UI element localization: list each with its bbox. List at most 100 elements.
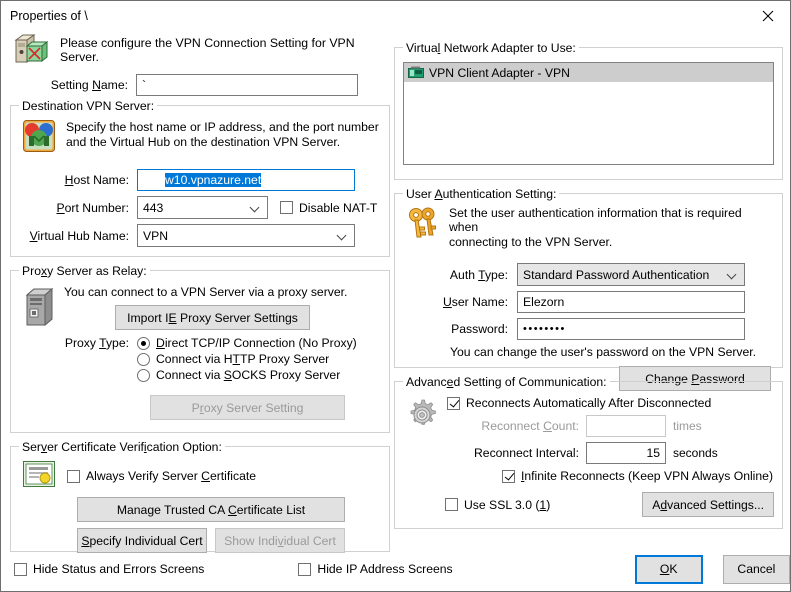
hide-ip-label: Hide IP Address Screens [317,562,453,576]
destination-vpn-server-group: Destination VPN Server: Specify the host [10,99,390,257]
always-verify-checkbox[interactable]: Always Verify Server Certificate [67,465,256,487]
disable-nat-t-box [280,201,293,214]
proxy-type-http-label: Connect via HTTP Proxy Server [156,352,330,366]
host-name-input[interactable]: w10.vpnazure.net [137,169,355,191]
server-certificate-group: Server Certificate Verification Option: … [10,440,390,553]
radio-icon [137,352,150,366]
left-column: Please configure the VPN Connection Sett… [10,31,390,553]
reconnect-count-units: times [673,419,702,433]
infinite-reconnects-checkbox[interactable]: Infinite Reconnects (Keep VPN Always Onl… [502,469,774,483]
server-certificate-legend: Server Certificate Verification Option: [19,440,225,454]
proxy-server-setting-button: Proxy Server Setting [150,395,345,420]
radio-icon [137,368,150,382]
close-button[interactable] [745,1,790,31]
ok-button[interactable]: OK [634,554,703,584]
auth-type-row: Auth Type: Standard Password Authenticat… [403,263,774,286]
proxy-type-label: Proxy Type: [64,336,129,350]
dialog-header: Please configure the VPN Connection Sett… [14,34,390,66]
password-note: You can change the user's password on th… [450,345,757,359]
port-number-combo[interactable]: 443 [137,196,268,219]
virtual-hub-row: Virtual Hub Name: VPN [19,224,381,247]
manage-ca-button[interactable]: Manage Trusted CA Certificate List [77,497,345,522]
host-name-value: w10.vpnazure.net [165,173,262,187]
hide-ip-checkbox[interactable]: Hide IP Address Screens [298,562,453,576]
reconnect-auto-label: Reconnects Automatically After Disconnec… [466,396,712,410]
proxy-server-group: Proxy Server as Relay: You can connect t… [10,264,390,433]
proxy-type-direct-radio[interactable]: Direct TCP/IP Connection (No Proxy) [137,336,357,350]
user-auth-description-line2: connecting to the VPN Server. [449,235,613,249]
reconnect-count-label: Reconnect Count: [481,419,579,433]
port-number-row: Port Number: 443 Disable NAT-T [19,196,381,219]
manage-ca-label: Manage Trusted CA Certificate List [116,502,306,517]
proxy-type-socks-label: Connect via SOCKS Proxy Server [156,368,341,382]
virtual-network-adapter-legend: Virtual Network Adapter to Use: [403,41,579,55]
reconnect-interval-value: 15 [646,446,660,460]
radio-selected-icon [137,336,150,350]
advanced-settings-label: Advanced Settings... [652,497,765,512]
hide-ip-box [298,562,312,576]
proxy-type-http-radio[interactable]: Connect via HTTP Proxy Server [137,352,357,366]
always-verify-box [67,469,80,483]
import-ie-proxy-label: Import IE Proxy Server Settings [127,310,298,325]
virtual-network-adapter-group: Virtual Network Adapter to Use: VPN Clie… [394,41,783,180]
user-authentication-legend: User Authentication Setting: [403,187,560,201]
reconnect-interval-row: Reconnect Interval: 15 seconds [447,442,774,464]
keys-icon [409,207,436,238]
auth-type-label: Auth Type: [449,267,508,282]
proxy-server-setting-label: Proxy Server Setting [191,400,304,415]
cancel-button-label: Cancel [737,562,776,576]
use-ssl3-checkbox[interactable]: Use SSL 3.0 (1) [445,498,550,512]
host-name-row: Host Name: w10.vpnazure.net [19,169,381,191]
user-name-row: User Name: Elezorn [403,291,774,313]
hide-status-box [14,562,27,576]
disable-nat-t-checkbox[interactable]: Disable NAT-T [280,201,377,215]
virtual-hub-combo[interactable]: VPN [137,224,355,247]
user-name-input[interactable]: Elezorn [517,291,745,313]
reconnect-count-row: Reconnect Count: times [447,415,774,437]
proxy-type-socks-radio[interactable]: Connect via SOCKS Proxy Server [137,368,357,382]
password-row: Password: •••••••• [403,318,774,340]
setting-name-input[interactable]: ` [136,74,358,96]
proxy-server-legend: Proxy Server as Relay: [19,264,150,278]
destination-description-line2: and the Virtual Hub on the destination V… [66,135,341,149]
virtual-hub-label: Virtual Hub Name: [29,228,129,243]
chevron-down-icon [338,231,347,240]
user-name-label: User Name: [442,295,508,309]
advanced-communication-legend: Advanced Setting of Communication: [403,375,610,389]
import-ie-proxy-button[interactable]: Import IE Proxy Server Settings [115,305,310,330]
user-authentication-group: User Authentication Setting: Set the use… [394,187,783,391]
port-number-value: 443 [143,200,164,215]
user-name-value: Elezorn [523,295,565,309]
reconnect-auto-checkbox[interactable]: Reconnects Automatically After Disconnec… [447,396,774,410]
list-item[interactable]: VPN Client Adapter - VPN [404,63,773,82]
auth-type-combo[interactable]: Standard Password Authentication [517,263,745,286]
use-ssl3-box [445,498,458,511]
vpn-connection-icon [14,34,48,63]
user-auth-description-line1: Set the user authentication information … [449,206,742,234]
reconnect-interval-input[interactable]: 15 [586,442,666,464]
binoculars-icon [23,120,55,152]
destination-description-line1: Specify the host name or IP address, and… [66,120,379,134]
password-input[interactable]: •••••••• [517,318,745,340]
setting-name-row: Setting Name: ` [10,74,390,96]
infinite-reconnects-box [502,469,515,483]
chevron-down-icon [728,270,737,279]
use-ssl3-label: Use SSL 3.0 (1) [464,497,551,512]
hide-status-checkbox[interactable]: Hide Status and Errors Screens [14,562,204,576]
port-number-label: Port Number: [56,200,129,215]
cancel-button[interactable]: Cancel [722,554,790,584]
list-item-label: VPN Client Adapter - VPN [429,65,570,80]
adapter-listbox[interactable]: VPN Client Adapter - VPN [403,62,774,165]
advanced-communication-group: Advanced Setting of Communication: Recon… [394,375,783,529]
reconnect-auto-box [447,396,460,410]
reconnect-interval-label: Reconnect Interval: [473,446,579,460]
infinite-reconnects-label: Infinite Reconnects (Keep VPN Always Onl… [521,469,774,483]
advanced-settings-button[interactable]: Advanced Settings... [642,492,774,517]
specify-individual-cert-label: Specify Individual Cert [81,533,203,548]
virtual-hub-value: VPN [143,228,169,243]
setting-name-label: Setting Name: [50,78,128,92]
right-column: Virtual Network Adapter to Use: VPN Clie… [394,31,783,529]
setting-name-value: ` [142,78,147,92]
title-bar: Properties of \ [1,1,790,31]
hide-status-label: Hide Status and Errors Screens [33,562,205,576]
